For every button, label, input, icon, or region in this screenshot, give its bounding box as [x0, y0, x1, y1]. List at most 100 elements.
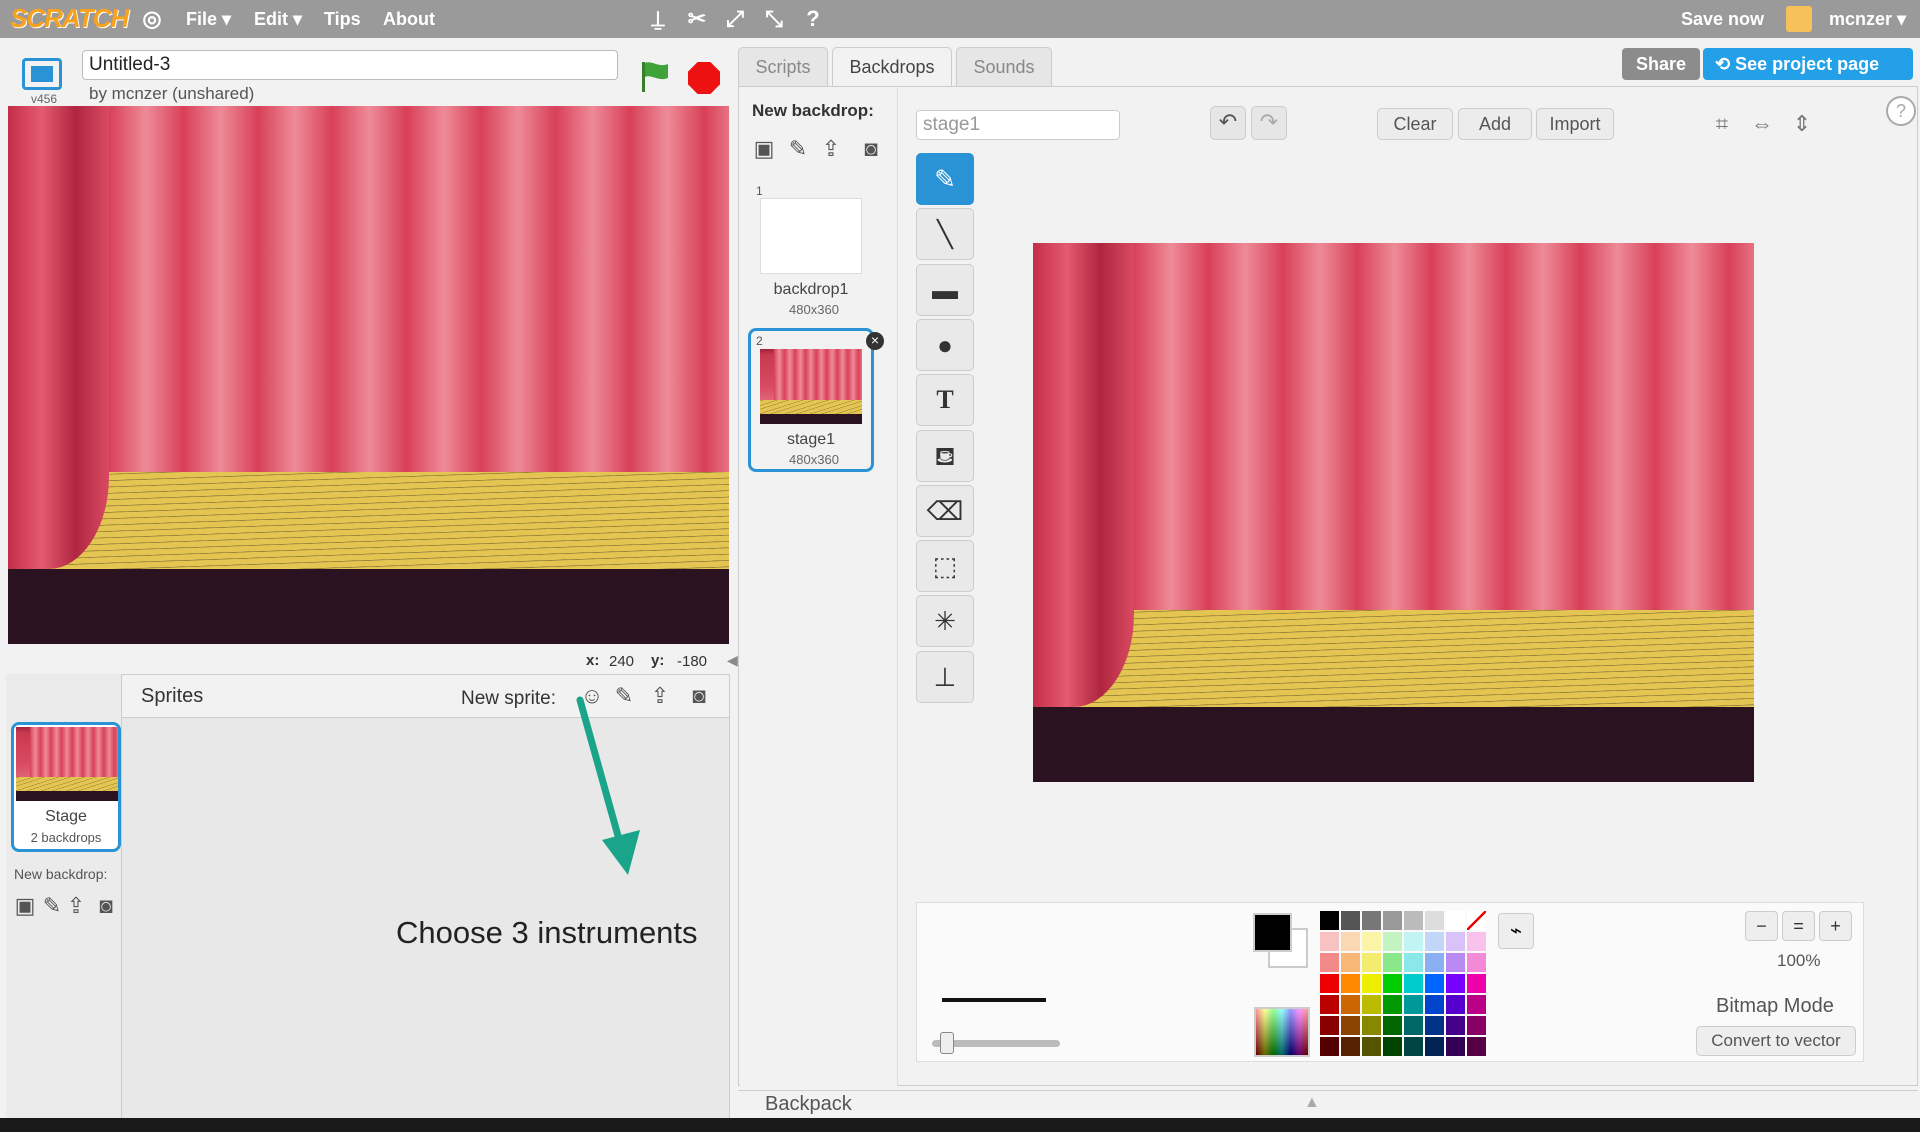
color-swatch[interactable] — [1383, 911, 1402, 930]
color-swatch[interactable] — [1467, 1037, 1486, 1056]
color-swatch[interactable] — [1446, 1016, 1465, 1035]
camera-sprite-icon[interactable]: ◙ — [685, 683, 713, 709]
about-link[interactable]: About — [383, 9, 435, 30]
color-swatch[interactable] — [1446, 974, 1465, 993]
color-swatch[interactable] — [1341, 911, 1360, 930]
color-swatch[interactable] — [1383, 995, 1402, 1014]
color-swatch[interactable] — [1446, 932, 1465, 951]
color-swatch[interactable] — [1425, 1037, 1444, 1056]
color-swatch[interactable] — [1320, 1037, 1339, 1056]
color-swatch[interactable] — [1341, 974, 1360, 993]
color-swatch[interactable] — [1404, 995, 1423, 1014]
select-tool[interactable]: ⬚ — [916, 540, 974, 592]
eyedropper-icon[interactable]: ⌁ — [1498, 913, 1534, 949]
eraser-tool[interactable]: ⌫ — [916, 485, 974, 537]
undo-icon[interactable]: ↶ — [1210, 106, 1246, 140]
color-swatch[interactable] — [1425, 932, 1444, 951]
clear-button[interactable]: Clear — [1377, 108, 1453, 140]
color-swatch[interactable] — [1362, 1016, 1381, 1035]
color-swatch[interactable] — [1341, 1037, 1360, 1056]
file-menu[interactable]: File ▾ — [186, 9, 231, 30]
backpack-expand-icon[interactable]: ▲ — [1304, 1094, 1320, 1112]
color-swatch[interactable] — [1320, 1016, 1339, 1035]
save-now-button[interactable]: Save now — [1681, 9, 1764, 30]
upload-backdrop-icon[interactable]: ⇪ — [62, 893, 90, 919]
color-swatch[interactable] — [1467, 995, 1486, 1014]
redo-icon[interactable]: ↷ — [1251, 106, 1287, 140]
color-swatch[interactable] — [1425, 953, 1444, 972]
delete-backdrop-icon[interactable]: × — [866, 332, 884, 350]
color-swatch[interactable] — [1320, 974, 1339, 993]
color-swatch[interactable] — [1341, 1016, 1360, 1035]
color-swatch[interactable] — [1446, 1037, 1465, 1056]
color-swatch[interactable] — [1341, 995, 1360, 1014]
color-swatch[interactable] — [1467, 1016, 1486, 1035]
user-menu[interactable]: mcnzer ▾ — [1829, 9, 1906, 30]
camera-backdrop-icon[interactable]: ◙ — [92, 893, 120, 919]
edit-menu[interactable]: Edit ▾ — [254, 9, 302, 30]
cut-icon[interactable]: ✂ — [684, 6, 710, 32]
color-swatch[interactable] — [1446, 995, 1465, 1014]
stamp-tool[interactable]: ⊥ — [916, 651, 974, 703]
color-swatch[interactable] — [1320, 911, 1339, 930]
color-swatch[interactable] — [1383, 953, 1402, 972]
color-swatch[interactable] — [1446, 953, 1465, 972]
color-swatch[interactable] — [1467, 911, 1486, 930]
color-swatch[interactable] — [1362, 974, 1381, 993]
help-panel-icon[interactable]: ? — [1886, 96, 1916, 126]
stage-canvas[interactable] — [8, 106, 729, 644]
color-swatch[interactable] — [1425, 1016, 1444, 1035]
see-project-page-button[interactable]: ⟲ See project page — [1703, 48, 1913, 80]
color-swatch[interactable] — [1320, 953, 1339, 972]
paint-backdrop-icon[interactable]: ✎ — [784, 136, 812, 162]
color-swatch[interactable] — [1446, 911, 1465, 930]
rectangle-tool[interactable]: ▬ — [916, 264, 974, 316]
project-title-input[interactable] — [82, 50, 618, 80]
ellipse-tool[interactable]: ● — [916, 319, 974, 371]
grow-icon[interactable]: ⤢ — [722, 6, 748, 32]
green-flag-icon[interactable] — [640, 60, 670, 94]
add-button[interactable]: Add — [1458, 108, 1532, 140]
duplicate-icon[interactable]: ⍊ — [645, 6, 671, 32]
stop-icon[interactable] — [688, 62, 720, 94]
line-width-slider-handle[interactable] — [940, 1032, 954, 1054]
convert-to-vector-button[interactable]: Convert to vector — [1696, 1026, 1856, 1056]
color-swatch[interactable] — [1383, 932, 1402, 951]
line-tool[interactable]: ╲ — [916, 208, 974, 260]
camera-backdrop-icon[interactable]: ◙ — [857, 136, 885, 162]
color-swatch[interactable] — [1404, 1037, 1423, 1056]
color-swatch[interactable] — [1341, 953, 1360, 972]
brush-tool[interactable]: ✎ — [916, 153, 974, 205]
color-swatch[interactable] — [1404, 1016, 1423, 1035]
color-swatch[interactable] — [1341, 932, 1360, 951]
zoom-out-icon[interactable]: − — [1745, 911, 1778, 941]
color-swatch[interactable] — [1404, 932, 1423, 951]
color-swatch[interactable] — [1383, 974, 1402, 993]
text-tool[interactable]: T — [916, 374, 974, 426]
tab-scripts[interactable]: Scripts — [738, 47, 828, 87]
zoom-in-icon[interactable]: + — [1819, 911, 1852, 941]
color-swatch[interactable] — [1404, 974, 1423, 993]
backdrop-library-icon[interactable]: ▣ — [750, 136, 778, 162]
backdrop-library-icon[interactable]: ▣ — [11, 893, 39, 919]
color-swatch[interactable] — [1425, 995, 1444, 1014]
color-swatch[interactable] — [1467, 932, 1486, 951]
costume-name-input[interactable] — [916, 110, 1120, 140]
color-swatch[interactable] — [1362, 1037, 1381, 1056]
color-swatch[interactable] — [1425, 974, 1444, 993]
primary-color[interactable] — [1253, 913, 1292, 952]
flip-horizontal-icon[interactable]: ⇔ — [1746, 108, 1778, 140]
import-button[interactable]: Import — [1536, 108, 1614, 140]
color-swatch[interactable] — [1320, 995, 1339, 1014]
fill-tool[interactable]: ⛾ — [916, 430, 974, 482]
globe-icon[interactable]: ◎ — [139, 6, 165, 32]
flip-vertical-icon[interactable]: ⇕ — [1786, 108, 1818, 140]
backdrop-thumbnail[interactable] — [760, 349, 862, 424]
crop-icon[interactable]: ⌗ — [1706, 108, 1738, 140]
color-swatch[interactable] — [1362, 953, 1381, 972]
color-swatch[interactable] — [1425, 911, 1444, 930]
color-swatch[interactable] — [1404, 953, 1423, 972]
help-icon[interactable]: ? — [800, 6, 826, 32]
share-button[interactable]: Share — [1622, 48, 1700, 80]
color-swatch[interactable] — [1383, 1037, 1402, 1056]
